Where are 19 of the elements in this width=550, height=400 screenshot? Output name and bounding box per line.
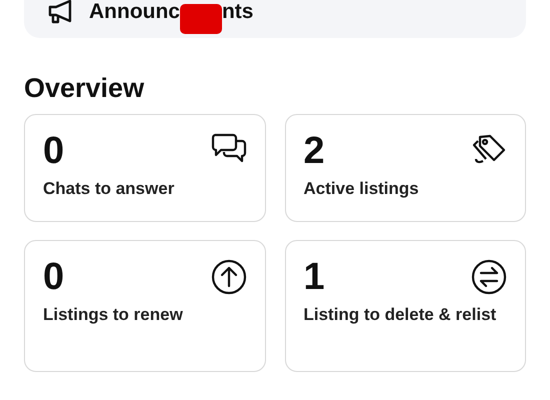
section-title: Overview [24, 72, 146, 104]
stat-count: 0 [43, 131, 64, 171]
stat-count: 0 [43, 257, 64, 297]
stat-card[interactable]: 2 Active listings [284, 114, 526, 222]
stat-label: Active listings [304, 178, 420, 200]
announcements-banner[interactable]: Announc nts [24, 0, 526, 38]
stat-label: Chats to answer [43, 178, 176, 200]
arrow-up-circle-icon [210, 259, 246, 295]
stat-card[interactable]: 0 Chats to answer [24, 114, 266, 222]
stat-count: 1 [304, 257, 325, 297]
announcements-label: nts [222, 0, 254, 24]
stat-label: Listing to delete & relist [304, 304, 498, 326]
redaction-mark [180, 4, 222, 34]
swap-arrows-icon [471, 259, 507, 295]
stat-count: 2 [304, 131, 325, 171]
stat-label: Listings to renew [43, 304, 184, 326]
announcements-label: Announc [89, 0, 180, 24]
stat-card[interactable]: 0 Listings to renew [24, 240, 266, 372]
stat-card[interactable]: 1 Listing to delete & relist [284, 240, 526, 372]
